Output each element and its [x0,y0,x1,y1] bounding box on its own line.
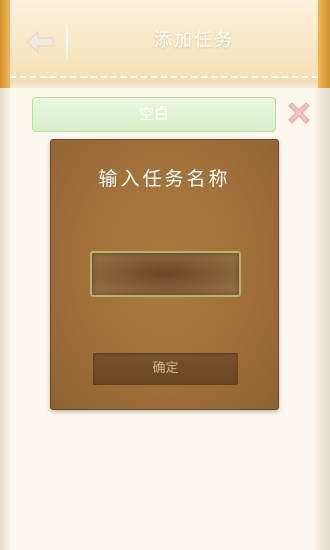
header-stitch-line [10,76,318,78]
dialog-title: 输入任务名称 [98,168,231,190]
clear-button[interactable] [282,98,316,132]
header-bottom-band [10,80,318,88]
page-title: 添加任务 [154,30,234,51]
task-name-input[interactable] [90,251,241,297]
back-button[interactable] [16,18,64,66]
app-header: 添加任务 [0,0,330,88]
confirm-button[interactable]: 确定 [93,353,238,385]
task-template-field[interactable]: 空白 [32,97,276,132]
back-arrow-icon [25,30,55,54]
close-x-icon [285,99,313,131]
task-name-dialog: 输入任务名称 确定 [50,139,279,410]
header-divider [66,18,68,62]
